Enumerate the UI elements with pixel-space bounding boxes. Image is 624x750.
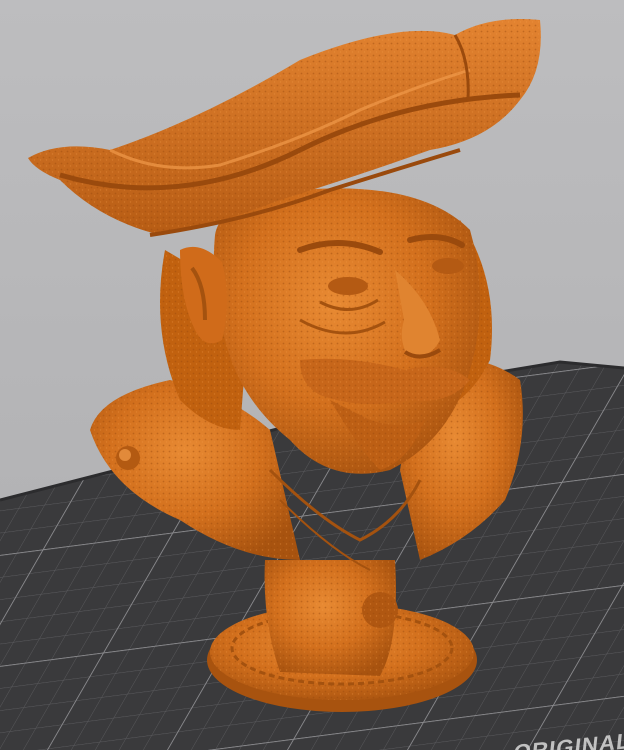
scene-svg bbox=[0, 19, 624, 750]
3d-viewport[interactable]: ORIGINAL bbox=[0, 0, 624, 750]
